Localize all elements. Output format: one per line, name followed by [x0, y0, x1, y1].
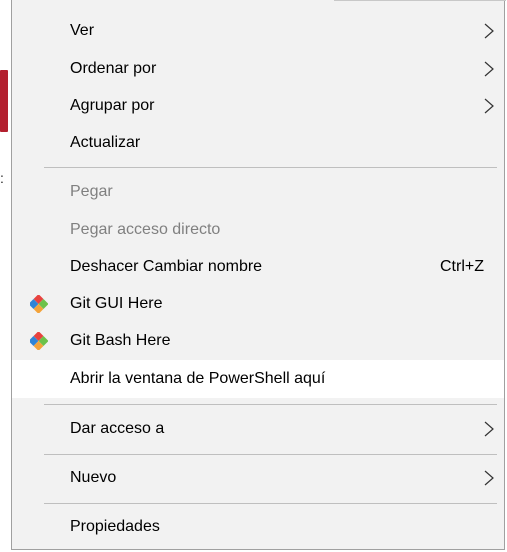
menu-item-abrir-powershell[interactable]: Abrir la ventana de PowerShell aquí	[12, 360, 504, 398]
menu-item-label: Ordenar por	[70, 60, 157, 77]
menu-item-label: Deshacer Cambiar nombre	[70, 258, 263, 275]
menu-item-pegar-acceso-directo: Pegar acceso directo	[12, 211, 504, 249]
desktop-text-fragment: :	[0, 170, 4, 186]
menu-separator	[44, 404, 497, 405]
chevron-right-icon	[484, 421, 494, 437]
git-icon	[30, 332, 48, 350]
menu-item-actualizar[interactable]: Actualizar	[12, 124, 504, 162]
menu-item-dar-acceso-a[interactable]: Dar acceso a	[12, 410, 504, 448]
menu-item-label: Git GUI Here	[70, 295, 163, 312]
menu-item-ver[interactable]: Ver	[12, 12, 504, 50]
menu-item-label: Pegar	[70, 183, 113, 200]
context-menu: Ver Ordenar por Agrupar por Actualizar P…	[11, 0, 506, 550]
menu-item-git-gui-here[interactable]: Git GUI Here	[12, 285, 504, 323]
menu-separator	[44, 167, 497, 168]
chevron-right-icon	[484, 61, 494, 77]
menu-item-git-bash-here[interactable]: Git Bash Here	[12, 322, 504, 360]
chevron-right-icon	[484, 470, 494, 486]
menu-item-label: Propiedades	[70, 518, 160, 535]
menu-item-ordenar-por[interactable]: Ordenar por	[12, 50, 504, 88]
menu-item-propiedades[interactable]: Propiedades	[12, 508, 504, 546]
menu-item-agrupar-por[interactable]: Agrupar por	[12, 87, 504, 125]
menu-item-label: Git Bash Here	[70, 332, 171, 349]
chevron-right-icon	[484, 98, 494, 114]
menu-item-label: Actualizar	[70, 134, 141, 151]
screen: : Ver Ordenar por Agrupar por Actualizar…	[0, 0, 507, 552]
desktop-item-fragment	[0, 70, 8, 132]
menu-item-label: Dar acceso a	[70, 420, 165, 437]
menu-item-label: Agrupar por	[70, 97, 155, 114]
menu-item-pegar: Pegar	[12, 173, 504, 211]
menu-item-deshacer[interactable]: Deshacer Cambiar nombre Ctrl+Z	[12, 248, 504, 286]
menu-item-label: Nuevo	[70, 469, 117, 486]
menu-item-label: Pegar acceso directo	[70, 221, 221, 238]
menu-item-label: Ver	[70, 22, 95, 39]
git-icon	[30, 295, 48, 313]
menu-separator	[44, 503, 497, 504]
menu-top-edge	[334, 0, 506, 1]
menu-item-nuevo[interactable]: Nuevo	[12, 459, 504, 497]
menu-item-label: Abrir la ventana de PowerShell aquí	[70, 370, 326, 387]
menu-separator	[44, 454, 497, 455]
chevron-right-icon	[484, 23, 494, 39]
menu-item-shortcut: Ctrl+Z	[440, 258, 484, 275]
